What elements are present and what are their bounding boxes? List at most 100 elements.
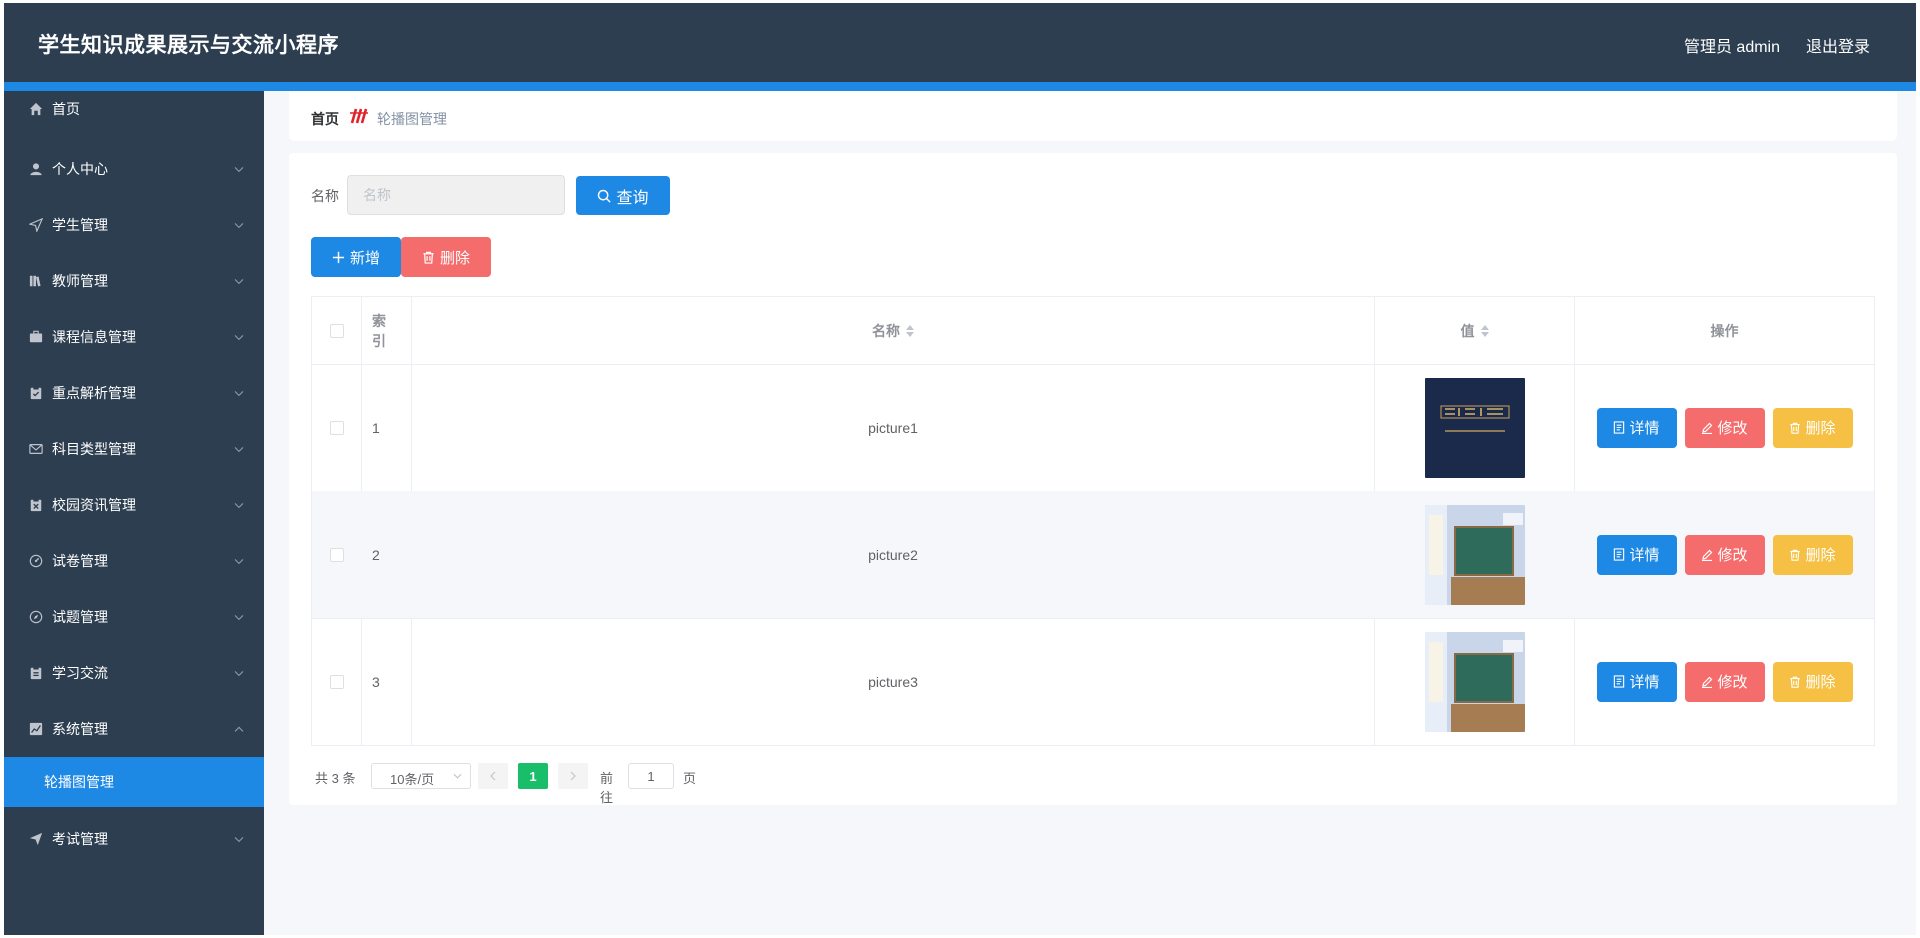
detail-button[interactable]: 详情 <box>1596 661 1677 702</box>
plus-icon <box>332 251 345 263</box>
breadcrumb-current: 轮播图管理 <box>377 111 447 127</box>
breadcrumb-separator-icon <box>349 107 369 125</box>
sidebar-subitem-label: 轮播图管理 <box>44 774 114 790</box>
send-icon <box>28 217 44 233</box>
home-icon <box>28 101 44 117</box>
name-search-input[interactable] <box>347 175 565 215</box>
chevron-down-icon <box>234 829 244 845</box>
chevron-down-icon <box>234 383 244 399</box>
table-row: 3 picture3 详情 修改 删除 <box>312 618 1874 745</box>
compass-icon <box>28 609 44 625</box>
search-label: 名称 <box>311 188 339 204</box>
sidebar-item-home[interactable]: 首页 <box>4 91 264 127</box>
thumbnail-image[interactable] <box>1424 631 1525 732</box>
row-index: 3 <box>372 673 380 690</box>
thumbnail-image[interactable] <box>1424 377 1525 478</box>
delete-button[interactable]: 删除 <box>1772 534 1853 575</box>
table-row: 2 picture2 详情 修改 删除 <box>312 491 1874 619</box>
chevron-left-icon <box>490 771 496 781</box>
sidebar-item-question[interactable]: 试题管理 <box>4 589 264 645</box>
row-select-cell <box>312 618 361 745</box>
document-icon <box>1614 421 1625 434</box>
chevron-down-icon <box>234 159 244 175</box>
row-name: picture2 <box>868 546 918 563</box>
breadcrumb-home[interactable]: 首页 <box>311 109 339 129</box>
sidebar-item-course-info[interactable]: 课程信息管理 <box>4 309 264 365</box>
edit-button[interactable]: 修改 <box>1684 407 1765 448</box>
query-button[interactable]: 查询 <box>576 176 670 215</box>
sidebar-item-key-analysis[interactable]: 重点解析管理 <box>4 365 264 421</box>
sidebar-item-label: 试题管理 <box>52 609 108 625</box>
edit-button[interactable]: 修改 <box>1684 534 1765 575</box>
plane-icon <box>28 831 44 847</box>
page-number-current[interactable]: 1 <box>518 763 548 789</box>
batch-delete-button[interactable]: 删除 <box>401 237 491 277</box>
sidebar-item-label: 试卷管理 <box>52 553 108 569</box>
chevron-down-icon <box>234 551 244 567</box>
header-accent-bar <box>4 82 1916 91</box>
edit-button[interactable]: 修改 <box>1684 661 1765 702</box>
edit-icon <box>1702 422 1713 434</box>
page-size-select[interactable]: 10条/页 <box>371 763 471 789</box>
select-all-checkbox[interactable] <box>329 323 344 338</box>
pagination-total: 共 3 条 <box>315 771 356 786</box>
next-page-button[interactable] <box>558 763 588 789</box>
sidebar-item-personal-center[interactable]: 个人中心 <box>4 141 264 197</box>
sidebar-item-label: 科目类型管理 <box>52 441 136 457</box>
sidebar-item-label: 个人中心 <box>52 161 108 177</box>
header-index: 索引 <box>372 312 386 349</box>
sidebar-item-study-exchange[interactable]: 学习交流 <box>4 645 264 701</box>
header-name[interactable]: 名称 <box>412 297 1374 364</box>
row-name: picture1 <box>868 419 918 436</box>
chevron-down-icon <box>234 215 244 231</box>
sort-icon[interactable] <box>1480 324 1489 337</box>
dashboard-icon <box>28 553 44 569</box>
thumbnail-image[interactable] <box>1424 504 1525 605</box>
user-icon <box>28 161 44 177</box>
page-unit-label: 页 <box>683 771 697 786</box>
briefcase-icon <box>28 329 44 345</box>
row-checkbox[interactable] <box>329 674 344 689</box>
sidebar-item-system-management[interactable]: 系统管理 <box>4 701 264 757</box>
table-header-row: 索引 名称 值 操作 <box>312 297 1874 365</box>
delete-button[interactable]: 删除 <box>1772 661 1853 702</box>
sidebar-item-subject-type[interactable]: 科目类型管理 <box>4 421 264 477</box>
add-button[interactable]: 新增 <box>311 237 401 277</box>
sidebar-item-exam-paper[interactable]: 试卷管理 <box>4 533 264 589</box>
prev-page-button[interactable] <box>478 763 508 789</box>
sidebar-item-label: 教师管理 <box>52 273 108 289</box>
sidebar-item-label: 考试管理 <box>52 831 108 847</box>
edit-icon <box>1702 676 1713 688</box>
trash-icon <box>1790 549 1801 561</box>
chevron-down-icon <box>234 439 244 455</box>
row-checkbox[interactable] <box>329 420 344 435</box>
content-card: 名称 查询 新增 删除 索引 <box>289 153 1897 805</box>
sidebar-item-teacher-management[interactable]: 教师管理 <box>4 253 264 309</box>
chevron-down-icon <box>234 271 244 287</box>
sidebar-subitem-carousel[interactable]: 轮播图管理 <box>4 757 264 807</box>
row-ops: 详情 修改 删除 <box>1575 618 1874 745</box>
detail-button[interactable]: 详情 <box>1596 407 1677 448</box>
trash-icon <box>1790 676 1801 688</box>
search-icon <box>598 189 612 203</box>
row-select-cell <box>312 491 361 618</box>
chevron-down-icon <box>234 607 244 623</box>
data-table: 索引 名称 值 操作 1 picture1 详情 修改 删除 2 picture… <box>311 296 1875 746</box>
row-checkbox[interactable] <box>329 547 344 562</box>
row-select-cell <box>312 364 361 491</box>
query-button-label: 查询 <box>616 189 649 207</box>
edit-icon <box>1702 549 1713 561</box>
table-row: 1 picture1 详情 修改 删除 <box>312 364 1874 492</box>
goto-page-input[interactable] <box>628 763 674 789</box>
delete-button[interactable]: 删除 <box>1772 407 1853 448</box>
sidebar-item-campus-news[interactable]: 校园资讯管理 <box>4 477 264 533</box>
sidebar-item-exam-management[interactable]: 考试管理 <box>4 811 264 867</box>
logout-link[interactable]: 退出登录 <box>1806 33 1870 57</box>
sort-icon[interactable] <box>906 324 914 337</box>
header-value[interactable]: 值 <box>1375 297 1574 364</box>
trash-icon <box>423 251 434 264</box>
sidebar-item-student-management[interactable]: 学生管理 <box>4 197 264 253</box>
app-title: 学生知识成果展示与交流小程序 <box>38 34 339 57</box>
detail-button[interactable]: 详情 <box>1596 534 1677 575</box>
document-icon <box>1614 675 1625 688</box>
